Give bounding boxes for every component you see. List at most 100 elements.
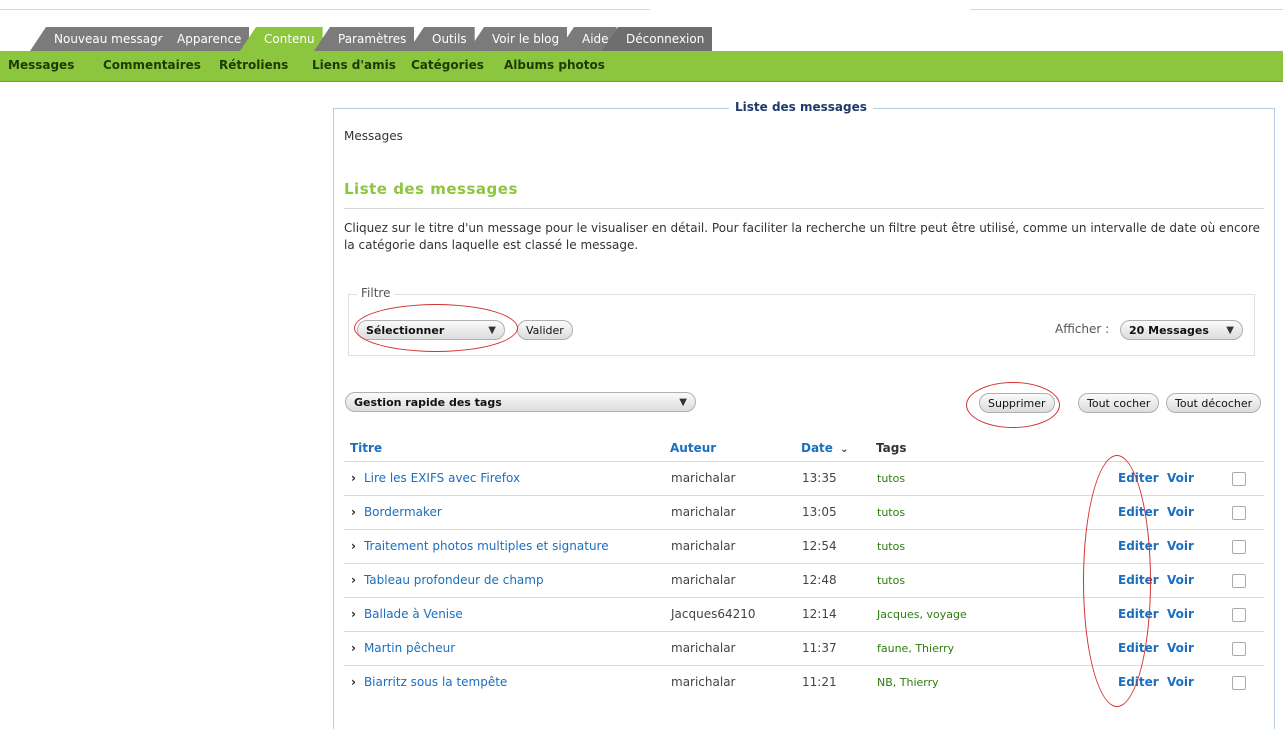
- edit-link[interactable]: Editer: [1118, 607, 1159, 621]
- check-all-button[interactable]: Tout cocher: [1078, 393, 1160, 413]
- message-tags[interactable]: Jacques, voyage: [877, 608, 967, 621]
- table-row: › Lire les EXIFS avec Firefox marichalar …: [344, 461, 1264, 496]
- message-time: 11:21: [802, 675, 837, 689]
- message-tags[interactable]: tutos: [877, 472, 905, 485]
- tab-deconnexion[interactable]: Déconnexion: [602, 27, 713, 51]
- chevron-right-icon: ›: [351, 539, 356, 553]
- message-title: Biarritz sous la tempête: [363, 675, 508, 689]
- filter-fieldset: Filtre Sélectionner ▼ Valider Afficher :…: [348, 286, 1255, 356]
- subnav-categories[interactable]: Catégories: [411, 58, 484, 72]
- message-title: Tableau profondeur de champ: [363, 573, 544, 587]
- tab-outils[interactable]: Outils: [408, 27, 475, 51]
- top-rule-right: [970, 9, 1283, 10]
- view-link[interactable]: Voir: [1167, 641, 1194, 655]
- subnav-messages[interactable]: Messages: [8, 58, 74, 72]
- message-author: marichalar: [671, 471, 736, 485]
- message-tags[interactable]: tutos: [877, 540, 905, 553]
- message-tags[interactable]: NB, Thierry: [877, 676, 939, 689]
- row-checkbox[interactable]: [1232, 472, 1246, 486]
- edit-link[interactable]: Editer: [1118, 641, 1159, 655]
- message-tags[interactable]: tutos: [877, 506, 905, 519]
- chevron-down-icon: ▼: [488, 325, 496, 336]
- chevron-right-icon: ›: [351, 471, 356, 485]
- message-title: Lire les EXIFS avec Firefox: [363, 471, 521, 485]
- row-checkbox[interactable]: [1232, 574, 1246, 588]
- table-row: › Martin pêcheur marichalar 11:37 faune, …: [344, 631, 1264, 666]
- tab-nouveau-message[interactable]: Nouveau message: [30, 27, 174, 51]
- chevron-right-icon: ›: [351, 505, 356, 519]
- per-page-select[interactable]: 20 Messages ▼: [1120, 320, 1243, 340]
- row-checkbox[interactable]: [1232, 642, 1246, 656]
- tab-parametres[interactable]: Paramètres: [314, 27, 415, 51]
- messages-panel: Liste des messages Messages Liste des me…: [333, 100, 1275, 729]
- tab-contenu[interactable]: Contenu: [240, 27, 323, 51]
- breadcrumb: Messages: [344, 129, 403, 143]
- message-time: 11:37: [802, 641, 837, 655]
- column-header-title[interactable]: Titre: [350, 441, 382, 455]
- view-link[interactable]: Voir: [1167, 573, 1194, 587]
- column-header-tags: Tags: [876, 441, 907, 455]
- message-title-link[interactable]: › Traitement photos multiples et signatur…: [351, 539, 609, 553]
- message-title-link[interactable]: › Bordermaker: [351, 505, 442, 519]
- validate-button[interactable]: Valider: [517, 320, 573, 340]
- message-time: 12:54: [802, 539, 837, 553]
- edit-link[interactable]: Editer: [1118, 471, 1159, 485]
- message-author: marichalar: [671, 505, 736, 519]
- sub-navigation: Messages Commentaires Rétroliens Liens d…: [0, 51, 1283, 82]
- view-link[interactable]: Voir: [1167, 539, 1194, 553]
- chevron-down-icon: ▼: [679, 397, 687, 408]
- message-title-link[interactable]: › Ballade à Venise: [351, 607, 463, 621]
- row-checkbox[interactable]: [1232, 608, 1246, 622]
- message-time: 13:05: [802, 505, 837, 519]
- message-tags[interactable]: tutos: [877, 574, 905, 587]
- edit-link[interactable]: Editer: [1118, 573, 1159, 587]
- show-label: Afficher :: [1055, 322, 1110, 336]
- intro-text: Cliquez sur le titre d'un message pour l…: [344, 221, 1261, 252]
- message-title-link[interactable]: › Lire les EXIFS avec Firefox: [351, 471, 520, 485]
- message-title: Martin pêcheur: [363, 641, 456, 655]
- tags-quick-select-value: Gestion rapide des tags: [354, 396, 502, 409]
- message-title: Ballade à Venise: [363, 607, 463, 621]
- message-tags[interactable]: faune, Thierry: [877, 642, 954, 655]
- filter-legend: Filtre: [357, 286, 395, 300]
- subnav-liens-amis[interactable]: Liens d'amis: [312, 58, 396, 72]
- table-row: › Traitement photos multiples et signatur…: [344, 529, 1264, 564]
- main-tabs: Nouveau message Apparence Contenu Paramè…: [0, 27, 720, 51]
- row-checkbox[interactable]: [1232, 506, 1246, 520]
- chevron-right-icon: ›: [351, 573, 356, 587]
- chevron-right-icon: ›: [351, 675, 356, 689]
- edit-link[interactable]: Editer: [1118, 675, 1159, 689]
- subnav-albums-photos[interactable]: Albums photos: [504, 58, 605, 72]
- view-link[interactable]: Voir: [1167, 607, 1194, 621]
- chevron-down-icon: ▼: [1226, 325, 1234, 336]
- delete-button[interactable]: Supprimer: [979, 393, 1055, 413]
- filter-select-value: Sélectionner: [366, 324, 445, 337]
- row-checkbox[interactable]: [1232, 540, 1246, 554]
- view-link[interactable]: Voir: [1167, 471, 1194, 485]
- tab-voir-le-blog[interactable]: Voir le blog: [468, 27, 568, 51]
- uncheck-all-button[interactable]: Tout décocher: [1166, 393, 1262, 413]
- edit-link[interactable]: Editer: [1118, 539, 1159, 553]
- table-row: › Bordermaker marichalar 13:05 tutos Edit…: [344, 495, 1264, 530]
- message-title-link[interactable]: › Tableau profondeur de champ: [351, 573, 544, 587]
- top-border: [0, 0, 1283, 14]
- filter-select[interactable]: Sélectionner ▼: [357, 320, 505, 340]
- tags-quick-select[interactable]: Gestion rapide des tags ▼: [345, 392, 696, 412]
- row-checkbox[interactable]: [1232, 676, 1246, 690]
- message-author: marichalar: [671, 573, 736, 587]
- table-row: › Tableau profondeur de champ marichalar …: [344, 563, 1264, 598]
- subnav-commentaires[interactable]: Commentaires: [103, 58, 201, 72]
- message-author: marichalar: [671, 539, 736, 553]
- view-link[interactable]: Voir: [1167, 675, 1194, 689]
- table-row: › Ballade à Venise Jacques64210 12:14 Jac…: [344, 597, 1264, 632]
- message-title-link[interactable]: › Martin pêcheur: [351, 641, 455, 655]
- column-header-author[interactable]: Auteur: [670, 441, 716, 455]
- subnav-retroliens[interactable]: Rétroliens: [219, 58, 288, 72]
- edit-link[interactable]: Editer: [1118, 505, 1159, 519]
- message-author: marichalar: [671, 675, 736, 689]
- message-title-link[interactable]: › Biarritz sous la tempête: [351, 675, 507, 689]
- column-header-date-label: Date: [801, 441, 833, 455]
- column-header-date[interactable]: Date ⌄: [801, 441, 849, 455]
- tab-apparence[interactable]: Apparence: [153, 27, 250, 51]
- view-link[interactable]: Voir: [1167, 505, 1194, 519]
